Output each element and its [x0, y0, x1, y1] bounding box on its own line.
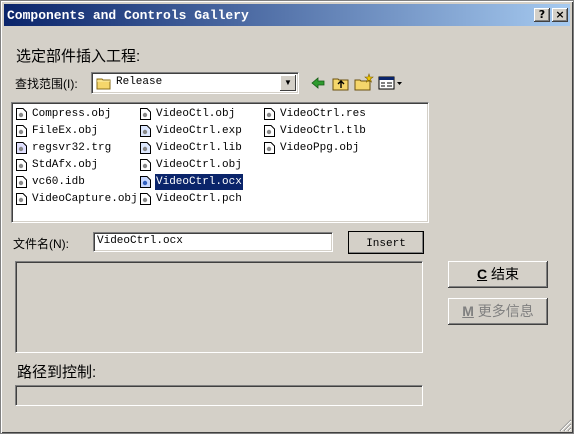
up-folder-icon[interactable]: [332, 74, 350, 91]
filename-value: VideoCtrl.ocx: [97, 235, 183, 247]
close-button-label: 结束: [491, 266, 519, 282]
insert-button-label: Insert: [366, 238, 406, 250]
file-name: VideoCapture.obj: [32, 193, 138, 205]
lib-file-icon: [140, 142, 151, 154]
file-name: vc60.idb: [32, 176, 85, 188]
window-title: Components and Controls Gallery: [7, 8, 249, 23]
obj-file-icon: [264, 142, 275, 154]
dialog-heading: 选定部件插入工程:: [16, 48, 141, 65]
close-window-button[interactable]: ×: [552, 8, 568, 22]
title-bar[interactable]: Components and Controls Gallery ? ×: [4, 4, 570, 26]
file-name: StdAfx.obj: [32, 159, 99, 171]
file-name: VideoCtl.obj: [156, 108, 236, 120]
file-name: VideoCtrl.ocx: [155, 174, 243, 190]
trg-file-icon: [16, 142, 27, 154]
file-name: VideoCtrl.lib: [156, 142, 242, 154]
path-field: [15, 385, 423, 406]
idb-file-icon: [16, 176, 27, 188]
file-name: regsvr32.trg: [32, 142, 112, 154]
description-panel: [15, 261, 423, 353]
pch-file-icon: [140, 193, 151, 205]
file-name: VideoCtrl.pch: [156, 193, 242, 205]
obj-file-icon: [140, 108, 151, 120]
filename-label: 文件名(N):: [13, 237, 69, 251]
obj-file-icon: [16, 193, 27, 205]
file-name: Compress.obj: [32, 108, 112, 120]
file-name: VideoCtrl.res: [280, 108, 366, 120]
more-info-button[interactable]: M 更多信息: [448, 298, 548, 325]
more-info-button-label: 更多信息: [477, 303, 534, 319]
dialog-window: Components and Controls Gallery ? × 选定部件…: [0, 0, 574, 434]
lookin-dropdown[interactable]: Release ▼: [91, 72, 299, 94]
filename-input[interactable]: VideoCtrl.ocx: [93, 232, 333, 252]
close-button[interactable]: C 结束: [448, 261, 548, 288]
file-name: VideoCtrl.obj: [156, 159, 242, 171]
obj-file-icon: [140, 159, 151, 171]
exp-file-icon: [140, 125, 151, 137]
view-menu-icon[interactable]: [378, 75, 404, 91]
lookin-label: 查找范围(I):: [15, 77, 78, 91]
tlb-file-icon: [264, 125, 275, 137]
folder-icon: [96, 78, 111, 90]
ocx-file-icon: [140, 176, 151, 188]
back-arrow-icon[interactable]: [310, 75, 326, 91]
file-name: FileEx.obj: [32, 125, 99, 137]
obj-file-icon: [16, 125, 27, 137]
file-list[interactable]: Compress.obj FileEx.obj regsvr32.trg StdAfx…: [11, 102, 429, 223]
file-name: VideoCtrl.exp: [156, 125, 242, 137]
insert-button[interactable]: Insert: [348, 231, 424, 254]
help-button[interactable]: ?: [534, 8, 550, 22]
file-name: VideoPpg.obj: [280, 142, 360, 154]
new-folder-icon[interactable]: [354, 73, 374, 91]
file-name: VideoCtrl.tlb: [280, 125, 366, 137]
resize-grip-icon[interactable]: [558, 418, 572, 432]
obj-file-icon: [16, 108, 27, 120]
more-info-accesskey: M: [462, 303, 474, 319]
obj-file-icon: [16, 159, 27, 171]
close-button-accesskey: C: [476, 266, 488, 282]
path-label: 路径到控制:: [17, 364, 97, 381]
lookin-value: Release: [116, 76, 163, 88]
res-file-icon: [264, 108, 275, 120]
dropdown-arrow-button[interactable]: ▼: [280, 75, 296, 91]
